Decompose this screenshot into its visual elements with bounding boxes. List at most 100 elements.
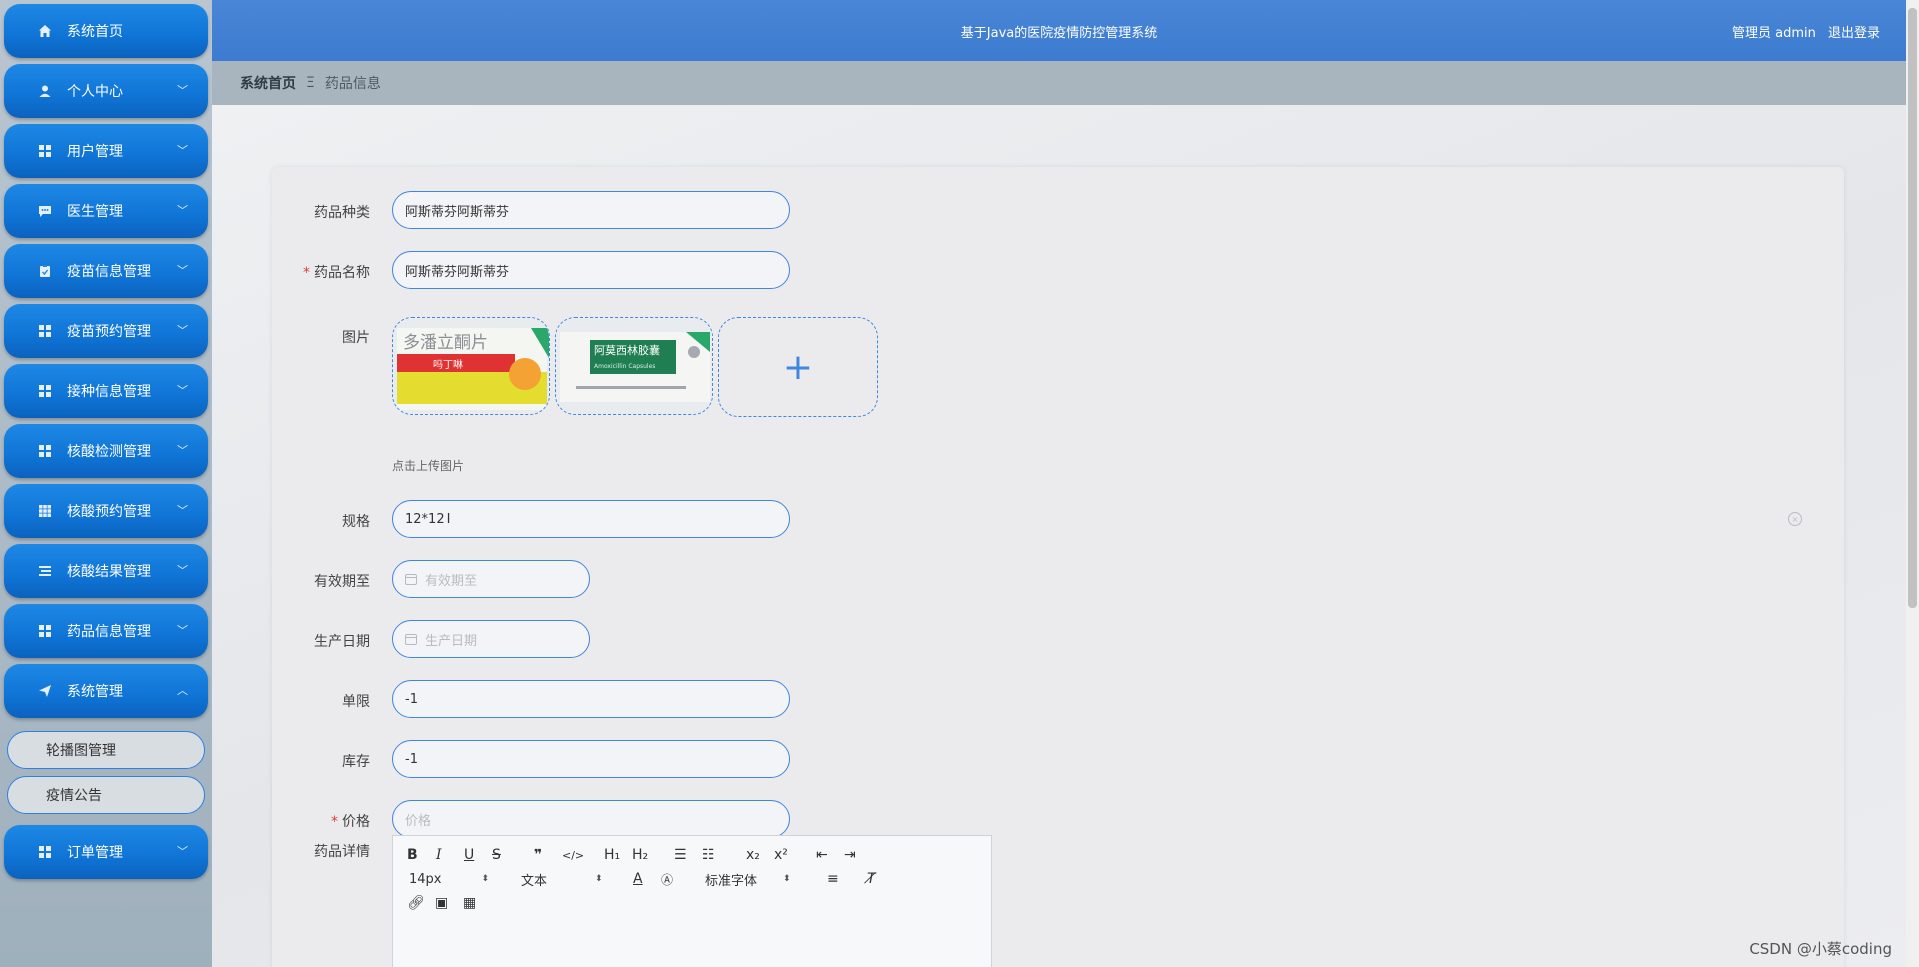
name-label: * 药品名称 (303, 265, 370, 281)
grid-icon (37, 383, 53, 399)
chat-icon (37, 203, 53, 219)
strike-icon[interactable]: S (492, 846, 501, 864)
image-icon[interactable]: ▣ (435, 894, 448, 912)
spec-input[interactable]: 12*12 I (392, 500, 790, 538)
sidebar-item-label: 用户管理 (67, 144, 123, 160)
indent-icon[interactable]: ⇥ (844, 846, 856, 864)
sidebar-item-nucleic-test[interactable]: 核酸检测管理 ﹀ (4, 424, 208, 478)
breadcrumb-home[interactable]: 系统首页 (240, 73, 296, 93)
clear-format-icon[interactable]: T̸ (867, 870, 876, 888)
chevron-down-icon: ﹀ (177, 564, 188, 577)
calendar-icon (405, 633, 417, 645)
video-icon[interactable]: ▦ (463, 894, 476, 912)
sidebar-item-users[interactable]: 用户管理 ﹀ (4, 124, 208, 178)
select-arrow-icon: ⬍ (481, 874, 490, 884)
italic-icon[interactable]: I (436, 846, 442, 864)
sidebar-item-label: 医生管理 (67, 204, 123, 220)
bold-icon[interactable]: B (407, 846, 418, 864)
stock-input[interactable]: -1 (392, 740, 790, 778)
sidebar-item-nucleic-booking[interactable]: 核酸预约管理 ﹀ (4, 484, 208, 538)
font-size-select[interactable]: 14px ⬍ (409, 870, 499, 888)
production-date-picker[interactable]: 生产日期 (392, 620, 590, 658)
price-input[interactable]: 价格 (392, 800, 790, 838)
align-icon[interactable]: ≡ (827, 870, 839, 888)
font-family-select[interactable]: 标准字体 ⬍ (705, 870, 805, 889)
sidebar-subitem-carousel[interactable]: 轮播图管理 (7, 731, 205, 769)
bullet-list-icon[interactable]: ☷ (702, 846, 715, 864)
sidebar-item-label: 核酸检测管理 (67, 444, 151, 460)
image-thumbnail[interactable]: 阿莫西林胶囊 Amoxicillin Capsules (555, 317, 713, 415)
sidebar-subitem-label: 轮播图管理 (46, 743, 116, 759)
sidebar-subitem-announcement[interactable]: 疫情公告 (7, 776, 205, 814)
upload-hint: 点击上传图片 (392, 459, 465, 473)
link-icon[interactable]: 🔗︎ (407, 894, 425, 912)
sidebar-item-home[interactable]: 系统首页 (4, 4, 208, 58)
home-icon (37, 23, 53, 39)
top-header: 基于Java的医院疫情防控管理系统 管理员 admin 退出登录 (212, 0, 1906, 61)
sidebar-item-label: 疫苗预约管理 (67, 324, 151, 340)
sidebar: 系统首页 个人中心 ﹀ 用户管理 ﹀ 医生管理 ﹀ 疫苗信息管理 ﹀ 疫苗预约管… (0, 0, 212, 967)
user-icon (37, 83, 53, 99)
outdent-icon[interactable]: ⇤ (816, 846, 828, 864)
scrollbar-thumb[interactable] (1908, 8, 1917, 608)
grid-icon (37, 443, 53, 459)
sidebar-item-vaccination[interactable]: 接种信息管理 ﹀ (4, 364, 208, 418)
upload-image-button[interactable]: + (718, 317, 878, 417)
image-thumbnail[interactable]: 多潘立酮片 吗丁啉 (392, 317, 550, 415)
text-style-select[interactable]: 文本 ⬍ (521, 870, 611, 889)
chevron-down-icon: ﹀ (177, 384, 188, 397)
chevron-down-icon: ﹀ (177, 504, 188, 517)
send-icon (37, 683, 53, 699)
price-label: * 价格 (331, 814, 370, 830)
category-input[interactable]: 阿斯蒂芬阿斯蒂芬 (392, 191, 790, 229)
clear-icon[interactable]: × (1788, 512, 1802, 526)
main-content: 药品种类 阿斯蒂芬阿斯蒂芬 * 药品名称 阿斯蒂芬阿斯蒂芬 图片 多潘立酮片 吗丁… (212, 105, 1906, 967)
sidebar-item-label: 疫苗信息管理 (67, 264, 151, 280)
breadcrumb: 系统首页 Ξ 药品信息 (212, 61, 1906, 105)
sidebar-item-orders[interactable]: 订单管理 ﹀ (4, 825, 208, 879)
name-input[interactable]: 阿斯蒂芬阿斯蒂芬 (392, 251, 790, 289)
clipboard-icon (37, 263, 53, 279)
page-scrollbar[interactable] (1906, 0, 1919, 967)
limit-label: 单限 (342, 694, 370, 710)
sidebar-item-nucleic-result[interactable]: 核酸结果管理 ﹀ (4, 544, 208, 598)
chevron-down-icon: ﹀ (177, 204, 188, 217)
limit-input[interactable]: -1 (392, 680, 790, 718)
sidebar-item-doctors[interactable]: 医生管理 ﹀ (4, 184, 208, 238)
sidebar-item-vaccine-booking[interactable]: 疫苗预约管理 ﹀ (4, 304, 208, 358)
ordered-list-icon[interactable]: ☰ (674, 846, 687, 864)
heading2-icon[interactable]: H₂ (632, 846, 648, 864)
sidebar-item-label: 个人中心 (67, 84, 123, 100)
sidebar-item-medicine[interactable]: 药品信息管理 ﹀ (4, 604, 208, 658)
heading1-icon[interactable]: H₁ (604, 846, 620, 864)
svg-text:吗丁啉: 吗丁啉 (433, 359, 463, 371)
logout-link[interactable]: 退出登录 (1828, 26, 1880, 41)
image-label: 图片 (342, 330, 370, 346)
sidebar-item-label: 系统首页 (67, 24, 123, 40)
app-title: 基于Java的医院疫情防控管理系统 (960, 26, 1158, 41)
list-icon (37, 563, 53, 579)
text-cursor-icon: I (446, 511, 451, 527)
chevron-down-icon: ﹀ (177, 845, 188, 858)
underline-icon[interactable]: U (464, 846, 474, 864)
sidebar-item-profile[interactable]: 个人中心 ﹀ (4, 64, 208, 118)
chevron-down-icon: ﹀ (177, 444, 188, 457)
font-color-icon[interactable]: A (633, 870, 643, 888)
blockquote-icon[interactable]: ❞ (534, 846, 542, 864)
superscript-icon[interactable]: x² (774, 846, 788, 864)
svg-text:阿莫西林胶囊: 阿莫西林胶囊 (594, 343, 660, 357)
sidebar-item-vaccine-info[interactable]: 疫苗信息管理 ﹀ (4, 244, 208, 298)
expiry-date-picker[interactable]: 有效期至 (392, 560, 590, 598)
grid-icon (37, 323, 53, 339)
subscript-icon[interactable]: x₂ (746, 846, 760, 864)
select-arrow-icon: ⬍ (595, 874, 603, 884)
sidebar-item-system[interactable]: 系统管理 ︿ (4, 664, 208, 718)
sidebar-subitem-label: 疫情公告 (46, 788, 102, 804)
sidebar-item-label: 核酸预约管理 (67, 504, 151, 520)
rich-text-editor[interactable]: B I U S ❞ </> H₁ H₂ ☰ ☷ x₂ x² ⇤ ⇥ 14px ⬍ … (392, 835, 992, 967)
stock-label: 库存 (342, 754, 370, 770)
grid-icon (37, 623, 53, 639)
background-color-icon[interactable]: Ⓐ (661, 870, 673, 888)
grid-icon (37, 143, 53, 159)
code-icon[interactable]: </> (562, 846, 584, 864)
